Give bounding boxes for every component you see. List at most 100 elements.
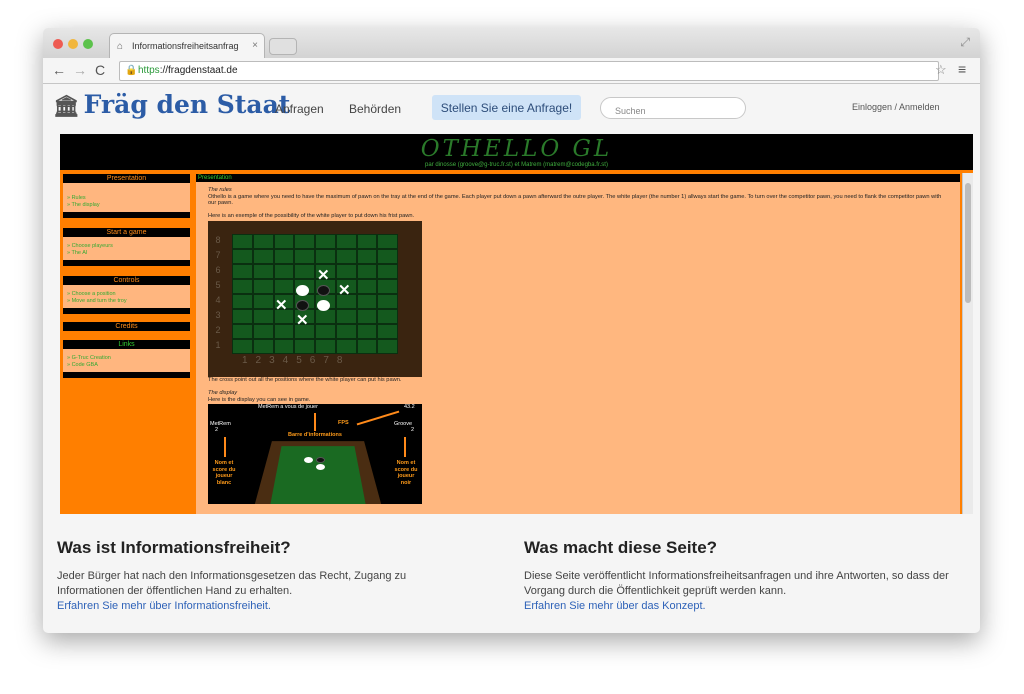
display-text: Here is the display you can see in game.: [208, 396, 311, 403]
forward-icon[interactable]: →: [73, 62, 87, 78]
browser-window: ⌂ Informationsfreiheitsanfrag × ⤢ ← → C …: [43, 28, 980, 633]
shot-fps-value: 43.2: [404, 404, 415, 411]
link-ai[interactable]: » The AI: [67, 250, 190, 257]
board-cell: [356, 234, 378, 250]
footer-left-text-block: Jeder Bürger hat nach den Informationsge…: [57, 569, 467, 614]
site-logo[interactable]: 🏛 Fräg den Staat: [53, 90, 290, 119]
site-header: 🏛 Fräg den Staat Anfragen Behörden Stelle…: [43, 84, 980, 131]
rules-text: Othello is a game where you need to have…: [208, 193, 942, 207]
embed-scrollbar[interactable]: [962, 173, 973, 514]
board-cell: [294, 234, 315, 250]
board-cell: [252, 309, 274, 325]
board-cell: [232, 324, 253, 340]
board-cell: [232, 279, 253, 295]
othello-main-panel: Presentation The rules Othello is a game…: [196, 174, 960, 514]
link-code-gba[interactable]: » Code GBA: [67, 362, 190, 369]
game-display-screenshot: MetRem a vous de jouer 43.2 MetRem 2 Gro…: [208, 404, 422, 505]
display-heading: The display: [208, 389, 238, 396]
logo-text: Fräg den Staat: [83, 90, 291, 119]
new-request-button[interactable]: Stellen Sie eine Anfrage!: [432, 95, 581, 120]
board-cell: [315, 309, 336, 325]
bookmark-star-icon[interactable]: ☆: [935, 62, 947, 78]
footer-left-link[interactable]: Erfahren Sie mehr über Informationsfreih…: [57, 599, 467, 614]
close-tab-icon[interactable]: ×: [252, 40, 258, 51]
url-host: ://fragdenstaat.de: [159, 65, 238, 76]
othello-title: OTHELLO GL: [420, 136, 613, 162]
board-cell: [356, 294, 378, 310]
board-cell: [273, 234, 295, 250]
link-choose-position[interactable]: » Choose a position: [67, 291, 190, 298]
board-cell: [356, 249, 378, 265]
section-start-title: Start a game: [63, 228, 190, 237]
nav-anfragen[interactable]: Anfragen: [275, 102, 324, 116]
board-grid: [232, 234, 398, 355]
board-cell: [252, 339, 274, 355]
arrow-up-icon: [314, 413, 316, 432]
login-link[interactable]: Einloggen / Anmelden: [852, 102, 940, 112]
shot-board-surface: [270, 446, 366, 505]
fullscreen-icon[interactable]: ⤢: [960, 35, 970, 50]
board-cell: [377, 264, 398, 280]
board-cell: [335, 234, 357, 250]
link-move-troy[interactable]: » Move and turn the troy: [67, 298, 190, 305]
tab-title: Informationsfreiheitsanfrag: [132, 41, 239, 51]
new-tab-button[interactable]: [269, 38, 297, 55]
shot-right-score: 2: [411, 427, 415, 434]
tab-active[interactable]: ⌂ Informationsfreiheitsanfrag ×: [109, 33, 265, 58]
shot-top-text: MetRem a vous de jouer: [258, 404, 318, 411]
board-cell: [377, 309, 398, 325]
othello-banner: OTHELLO GL par dinosse (groove@g-truc.fr…: [60, 134, 973, 170]
cross-marker: ✕: [275, 297, 288, 315]
board-cell: [335, 264, 357, 280]
search-input[interactable]: [600, 97, 746, 119]
section-links-list: » G-Truc Creation » Code GBA: [63, 349, 190, 372]
othello-subtitle: par dinosse (groove@g-truc.fr.st) et Mat…: [425, 162, 608, 168]
othello-board-image: 87654321 12345678 ✕ ✕ ✕ ✕: [208, 221, 422, 378]
building-icon: ⌂: [117, 41, 124, 52]
board-col-labels: 12345678: [242, 355, 351, 367]
address-bar[interactable]: 🔒 https://fragdenstaat.de: [119, 61, 939, 81]
scrollbar-thumb[interactable]: [965, 183, 971, 303]
section-credits-title[interactable]: Credits: [63, 322, 190, 331]
board-cell: [273, 339, 295, 355]
close-window-button[interactable]: [53, 39, 63, 49]
rules-heading: The rules: [208, 187, 232, 193]
board-cell: [294, 339, 315, 355]
link-display[interactable]: » The display: [67, 202, 190, 209]
shot-info-bar-label: Barre d'informations: [288, 432, 342, 439]
section-divider: [63, 372, 190, 378]
section-controls-title: Controls: [63, 276, 190, 285]
menu-icon[interactable]: ≡: [958, 61, 966, 77]
board-cell: [315, 324, 336, 340]
embedded-othello-page: OTHELLO GL par dinosse (groove@g-truc.fr…: [60, 134, 973, 514]
zoom-window-button[interactable]: [83, 39, 93, 49]
back-icon[interactable]: ←: [52, 62, 66, 78]
section-divider: [63, 308, 190, 314]
shot-fps-label: FPS: [338, 420, 349, 427]
footer-right-link[interactable]: Erfahren Sie mehr über das Konzept.: [524, 599, 969, 614]
board-cell: [315, 234, 336, 250]
board-cell: [356, 339, 378, 355]
link-rules[interactable]: » Rules: [67, 195, 190, 202]
board-cell: [232, 264, 253, 280]
cross-marker: ✕: [317, 267, 330, 285]
board-cell: [377, 279, 398, 295]
footer-right-text-block: Diese Seite veröffentlicht Informationsf…: [524, 569, 969, 614]
minimize-window-button[interactable]: [68, 39, 78, 49]
main-panel-title: Presentation: [196, 174, 960, 182]
link-g-truc[interactable]: » G-Truc Creation: [67, 355, 190, 362]
nav-behoerden[interactable]: Behörden: [349, 102, 401, 116]
board-row-labels: 87654321: [215, 235, 221, 351]
board-cell: [377, 324, 398, 340]
arrow-up-icon: [404, 437, 406, 458]
board-cell: [252, 324, 274, 340]
url-scheme: https: [138, 65, 160, 76]
link-choose-players[interactable]: » Choose playeurs: [67, 243, 190, 250]
reload-icon[interactable]: C: [95, 62, 105, 78]
board-cell: [356, 324, 378, 340]
board-cell: [273, 279, 295, 295]
section-presentation-title: Presentation: [63, 174, 190, 183]
board-cell: [252, 264, 274, 280]
board-cell: [273, 249, 295, 265]
section-start-links: » Choose playeurs » The AI: [63, 237, 190, 260]
